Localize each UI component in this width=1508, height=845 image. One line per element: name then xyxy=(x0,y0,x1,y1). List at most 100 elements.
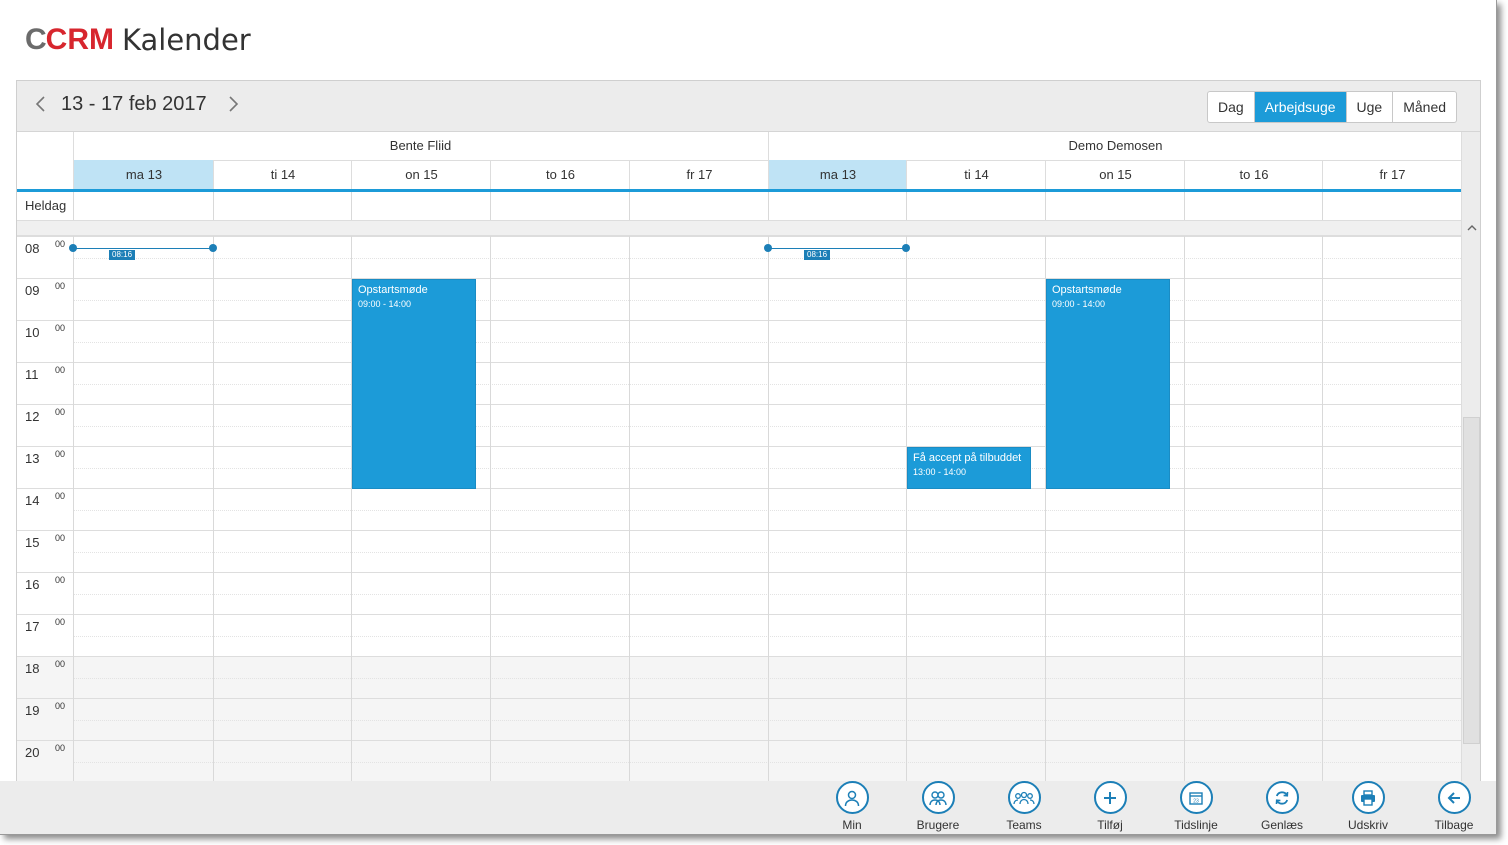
allday-column-line xyxy=(73,192,74,220)
view-day-button[interactable]: Dag xyxy=(1208,92,1255,122)
hour-row[interactable]: 20 00 xyxy=(17,740,1461,782)
hour-row[interactable]: 09 00 xyxy=(17,278,1461,321)
event-time: 09:00 - 14:00 xyxy=(1052,299,1106,309)
allday-row[interactable]: Heldag xyxy=(17,192,1461,221)
min-button[interactable]: Min xyxy=(817,781,887,832)
logo-crm: CRM xyxy=(45,23,114,56)
hour-row[interactable]: 10 00 xyxy=(17,320,1461,363)
hour-row[interactable]: 11 00 xyxy=(17,362,1461,405)
hour-row[interactable]: 18 00 xyxy=(17,656,1461,699)
day-header[interactable]: on 15 xyxy=(1045,160,1185,189)
resource-name: Demo Demosen xyxy=(768,132,1462,161)
brugere-button[interactable]: Brugere xyxy=(903,781,973,832)
hour-row[interactable]: 12 00 xyxy=(17,404,1461,447)
calendar-toolbar: 13 - 17 feb 2017 Dag Arbejdsuge Uge Måne… xyxy=(17,81,1480,132)
minute-label: 00 xyxy=(55,533,66,543)
scroll-up-button[interactable] xyxy=(1462,221,1480,237)
hour-row[interactable]: 13 00 xyxy=(17,446,1461,489)
tilføj-button[interactable]: Tilføj xyxy=(1075,781,1145,832)
time-grid[interactable]: 08 00 09 00 10 00 11 00 12 00 13 00 14 00 15 00 16 00 17 00… xyxy=(17,236,1461,782)
hour-row[interactable]: 19 00 xyxy=(17,698,1461,741)
column-line xyxy=(629,236,630,782)
column-line xyxy=(1322,236,1323,782)
tilbage-button[interactable]: Tilbage xyxy=(1419,781,1489,832)
day-header[interactable]: fr 17 xyxy=(629,160,769,189)
day-header[interactable]: on 15 xyxy=(351,160,491,189)
event-title: Opstartsmøde xyxy=(1052,284,1122,296)
udskriv-button[interactable]: Udskriv xyxy=(1333,781,1403,832)
minute-label: 00 xyxy=(55,239,66,249)
half-hour-line xyxy=(73,720,1461,721)
hour-label: 17 xyxy=(25,619,40,634)
day-header[interactable]: fr 17 xyxy=(1322,160,1462,189)
event-title: Få accept på tilbuddet xyxy=(913,452,1022,464)
half-hour-line xyxy=(73,258,1461,259)
resource-name: Bente Fliid xyxy=(73,132,768,161)
minute-label: 00 xyxy=(55,491,66,501)
genlæs-button[interactable]: Genlæs xyxy=(1247,781,1317,832)
half-hour-line xyxy=(73,342,1461,343)
hour-label: 14 xyxy=(25,493,40,508)
chevron-right-icon xyxy=(229,96,239,112)
hour-row[interactable]: 14 00 xyxy=(17,488,1461,531)
day-header[interactable]: to 16 xyxy=(1184,160,1323,189)
day-header[interactable]: ti 14 xyxy=(906,160,1046,189)
half-hour-line xyxy=(73,510,1461,511)
prev-week-button[interactable] xyxy=(31,94,51,118)
calendar-event[interactable]: Opstartsmøde 09:00 - 14:00 xyxy=(1046,279,1170,489)
calendar-event[interactable]: Få accept på tilbuddet 13:00 - 14:00 xyxy=(907,447,1031,489)
button-label: Tidslinje xyxy=(1174,818,1218,832)
view-week-button[interactable]: Uge xyxy=(1347,92,1394,122)
vertical-scrollbar[interactable] xyxy=(1461,132,1480,782)
column-line xyxy=(768,236,769,782)
logo-c: C xyxy=(25,23,47,56)
hour-label: 11 xyxy=(25,367,39,382)
hour-row[interactable]: 15 00 xyxy=(17,530,1461,573)
allday-column-line xyxy=(351,192,352,220)
hour-label: 12 xyxy=(25,409,40,424)
allday-column-line xyxy=(1045,192,1046,220)
minute-label: 00 xyxy=(55,575,66,585)
scroll-thumb[interactable] xyxy=(1463,417,1480,744)
hour-label: 15 xyxy=(25,535,40,550)
app-window: C CRM Kalender 13 - 17 feb 2017 Dag Arbejd… xyxy=(0,0,1497,835)
scheduler-grid: Bente Fliid Demo Demosen ma 13 ti 14 on 15 to… xyxy=(17,132,1480,782)
hour-row[interactable]: 08 00 xyxy=(17,236,1461,279)
current-time-label: 08:16 xyxy=(109,250,136,260)
hour-label: 10 xyxy=(25,325,40,340)
day-header[interactable]: ti 14 xyxy=(213,160,352,189)
teams-button[interactable]: Teams xyxy=(989,781,1059,832)
minute-label: 00 xyxy=(55,323,66,333)
minute-label: 00 xyxy=(55,743,66,753)
plus-icon xyxy=(1093,781,1127,814)
chevron-left-icon xyxy=(35,96,45,112)
current-time-dot xyxy=(764,244,772,252)
view-switcher: Dag Arbejdsuge Uge Måned xyxy=(1207,91,1458,123)
current-time-dot xyxy=(209,244,217,252)
page-title: Kalender xyxy=(122,23,251,57)
view-month-button[interactable]: Måned xyxy=(1393,92,1456,122)
day-header[interactable]: ma 13 xyxy=(73,160,214,189)
hour-row[interactable]: 16 00 xyxy=(17,572,1461,615)
minute-label: 00 xyxy=(55,281,66,291)
button-label: Brugere xyxy=(916,818,960,832)
hour-label: 09 xyxy=(25,283,40,298)
print-icon xyxy=(1351,781,1385,814)
hour-row[interactable]: 17 00 xyxy=(17,614,1461,657)
user-icon xyxy=(835,781,869,814)
next-week-button[interactable] xyxy=(223,94,243,118)
svg-text:23: 23 xyxy=(1193,798,1199,804)
half-hour-line xyxy=(73,636,1461,637)
day-header[interactable]: ma 13 xyxy=(768,160,907,189)
day-header[interactable]: to 16 xyxy=(490,160,630,189)
half-hour-line xyxy=(73,300,1461,301)
tidslinje-button[interactable]: 23 Tidslinje xyxy=(1161,781,1231,832)
calendar-event[interactable]: Opstartsmøde 09:00 - 14:00 xyxy=(352,279,476,489)
button-label: Udskriv xyxy=(1347,818,1388,832)
event-time: 13:00 - 14:00 xyxy=(913,467,967,477)
view-workweek-button[interactable]: Arbejdsuge xyxy=(1254,92,1347,122)
current-time-dot xyxy=(69,244,77,252)
column-line xyxy=(1184,236,1185,782)
hour-label: 13 xyxy=(25,451,40,466)
button-label: Tilføj xyxy=(1097,818,1123,832)
